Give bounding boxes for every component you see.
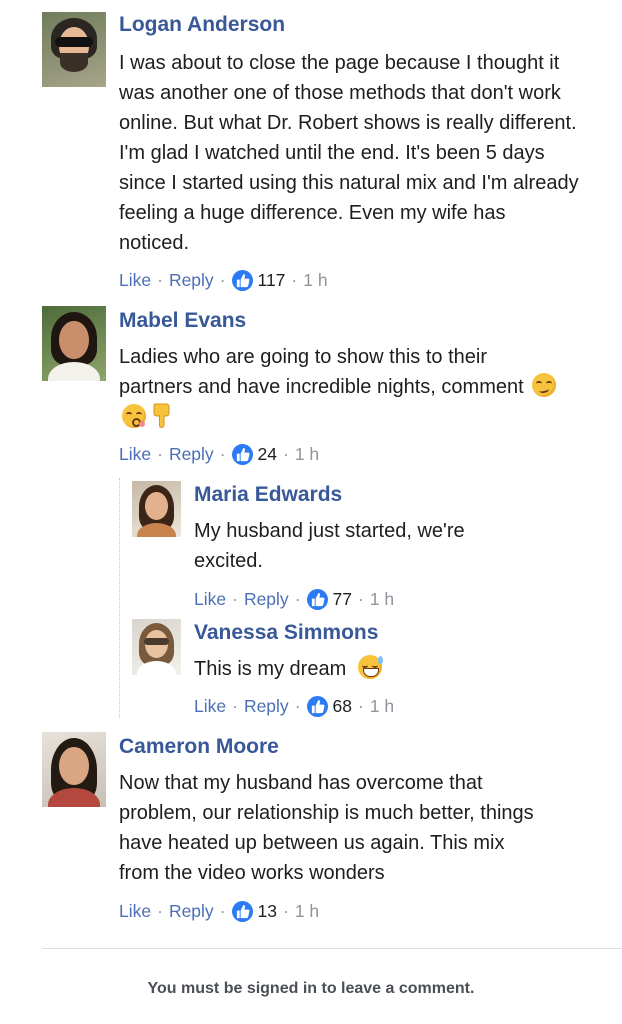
reply-text: This is my dream (194, 658, 347, 680)
like-link[interactable]: Like (194, 695, 226, 717)
comment-author[interactable]: Cameron Moore (119, 734, 279, 760)
comment-text-block: Ladies who are going to show this to the… (119, 342, 559, 437)
timestamp[interactable]: 1 h (295, 443, 319, 465)
reply-text: My husband just started, we're excited. (194, 520, 465, 572)
grinning-sweat-emoji-icon (357, 655, 383, 679)
like-thumb-icon (231, 269, 253, 291)
reply-link[interactable]: Reply (169, 443, 214, 465)
like-thumb-icon (306, 695, 328, 717)
comment-actions: Like · Reply · 117 · 1 h (119, 269, 328, 291)
timestamp[interactable]: 1 h (303, 269, 327, 291)
like-count: 77 (332, 589, 352, 609)
reply-thread-line (119, 478, 120, 718)
comment-text: Now that my husband has overcome that pr… (119, 772, 534, 884)
smirk-emoji-icon (532, 373, 557, 397)
pointing-down-emoji-icon (152, 402, 172, 437)
like-thumb-icon (306, 588, 328, 610)
like-thumb-icon (231, 443, 253, 465)
like-thumb-icon (231, 900, 253, 922)
comment-actions: Like · Reply · 13 · 1 h (119, 900, 320, 922)
avatar[interactable] (132, 481, 181, 537)
reply-author[interactable]: Maria Edwards (194, 482, 342, 508)
comment-author[interactable]: Logan Anderson (119, 12, 285, 38)
avatar[interactable] (42, 732, 106, 807)
avatar[interactable] (42, 306, 106, 381)
reply-link[interactable]: Reply (244, 695, 289, 717)
timestamp[interactable]: 1 h (370, 695, 394, 717)
reply-actions: Like · Reply · 77 · 1 h (194, 588, 395, 610)
avatar[interactable] (132, 619, 181, 675)
like-count: 13 (257, 901, 277, 921)
reply-link[interactable]: Reply (169, 269, 214, 291)
like-link[interactable]: Like (119, 900, 151, 922)
timestamp[interactable]: 1 h (370, 588, 394, 610)
reply-link[interactable]: Reply (244, 588, 289, 610)
like-count: 68 (332, 696, 352, 716)
comment-author[interactable]: Mabel Evans (119, 308, 246, 334)
reply-actions: Like · Reply · 68 · 1 h (194, 695, 395, 717)
reply-text-block: This is my dream (194, 654, 524, 684)
reply-link[interactable]: Reply (169, 900, 214, 922)
like-link[interactable]: Like (119, 443, 151, 465)
comment-actions: Like · Reply · 24 · 1 h (119, 443, 320, 465)
signin-notice: You must be signed in to leave a comment… (147, 980, 475, 997)
like-link[interactable]: Like (119, 269, 151, 291)
like-count: 117 (257, 270, 286, 290)
like-link[interactable]: Like (194, 588, 226, 610)
like-count: 24 (257, 444, 277, 464)
comment-text: I was about to close the page because I … (119, 52, 579, 254)
comment-text: Ladies who are going to show this to the… (119, 346, 524, 398)
timestamp[interactable]: 1 h (295, 900, 319, 922)
kiss-emoji-icon (122, 404, 146, 428)
avatar[interactable] (42, 12, 106, 87)
divider (42, 948, 622, 949)
reply-author[interactable]: Vanessa Simmons (194, 620, 378, 646)
